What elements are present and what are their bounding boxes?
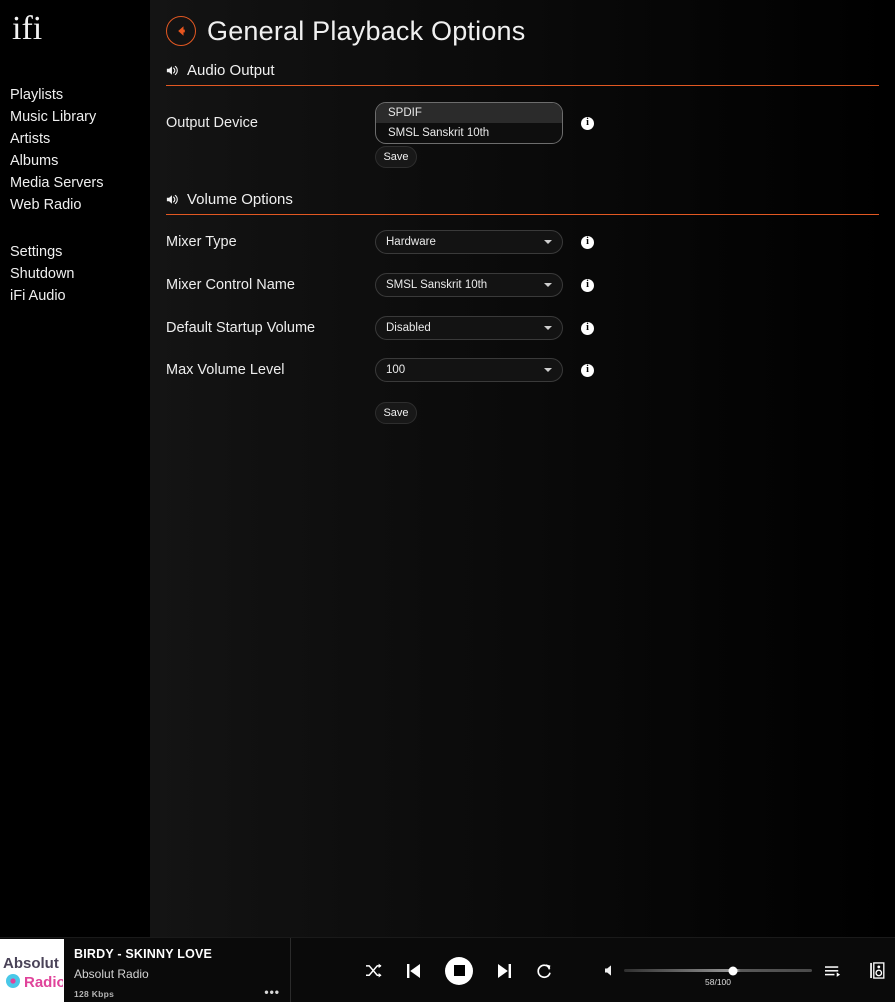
select-mixer-type[interactable]: Hardware [375,230,563,254]
save-button-audio-output[interactable]: Save [375,146,417,168]
sidebar-item-shutdown[interactable]: Shutdown [10,263,75,285]
select-mixer-control-name-value: SMSL Sanskrit 10th [386,279,488,291]
volume-icon [166,194,178,205]
next-button[interactable] [497,963,512,979]
chevron-down-icon [544,283,552,287]
repeat-icon [537,963,551,978]
chevron-down-icon [544,240,552,244]
track-station: Absolut Radio [74,966,149,981]
repeat-button[interactable] [536,963,552,979]
label-max-volume-level: Max Volume Level [166,362,285,378]
album-art[interactable]: Absolut Radio [0,938,64,1002]
output-device-control: SPDIF SMSL Sanskrit 10th [375,102,563,144]
output-device-icon [870,962,885,979]
volume-control: 58/100 [604,938,819,1002]
row-mixer-control-name: Mixer Control Name SMSL Sanskrit 10th i [166,273,594,297]
sidebar-item-settings[interactable]: Settings [10,241,75,263]
chevron-down-icon [544,368,552,372]
select-max-volume-level[interactable]: 100 [375,358,563,382]
now-playing-meta: BIRDY - SKINNY LOVE Absolut Radio 128 Kb… [74,939,290,1002]
info-icon-max-volume-level[interactable]: i [581,363,594,377]
sidebar-item-web-radio[interactable]: Web Radio [10,194,103,216]
volume-thumb[interactable] [728,966,738,975]
volume-icon [166,65,178,76]
player-right-icons [825,938,885,1002]
select-default-startup-volume[interactable]: Disabled [375,316,563,340]
app-window: ifi Playlists Music Library Artists Albu… [0,0,895,1002]
output-device-listbox[interactable]: SPDIF SMSL Sanskrit 10th [375,102,563,144]
speaker-icon[interactable] [604,964,616,977]
section-volume-options: Volume Options [166,191,879,215]
info-icon-output-device[interactable]: i [581,116,594,130]
main-content: General Playback Options Audio Output Ou… [150,0,895,937]
volume-track[interactable] [624,966,812,975]
previous-button[interactable] [406,963,421,979]
transport-controls [365,938,552,1002]
player-bar: Absolut Radio BIRDY - SKINNY LOVE Absolu… [0,937,895,1002]
output-device-option-spdif[interactable]: SPDIF [376,103,562,123]
track-title: BIRDY - SKINNY LOVE [74,946,213,961]
select-max-volume-level-value: 100 [386,364,406,376]
sidebar-item-media-servers[interactable]: Media Servers [10,172,103,194]
label-default-startup-volume: Default Startup Volume [166,320,316,336]
track-bitrate: 128 Kbps [74,988,115,999]
mixer-control-name-control: SMSL Sanskrit 10th [375,273,563,297]
label-mixer-control-name: Mixer Control Name [166,277,295,293]
info-icon-default-startup-volume[interactable]: i [581,321,594,335]
shuffle-icon [366,963,382,978]
row-max-volume-level: Max Volume Level 100 i [166,358,594,382]
save-button-volume-options[interactable]: Save [375,402,417,424]
stop-button[interactable] [445,956,473,985]
row-volume-options-save: Save [166,402,417,424]
back-button[interactable] [166,16,196,46]
label-output-device: Output Device [166,115,258,131]
label-mixer-type: Mixer Type [166,234,237,250]
section-header-volume-options: Volume Options [166,191,879,215]
row-mixer-type: Mixer Type Hardware i [166,230,594,254]
select-mixer-type-value: Hardware [386,236,436,248]
now-playing: Absolut Radio BIRDY - SKINNY LOVE Absolu… [0,938,291,1002]
section-audio-output: Audio Output [166,62,879,86]
sidebar-nav-secondary: Settings Shutdown iFi Audio [10,241,75,307]
info-icon-mixer-type[interactable]: i [581,235,594,249]
output-device-button[interactable] [869,962,885,979]
absolut-radio-logo-icon: Absolut Radio [3,955,63,991]
more-options-button[interactable]: ••• [264,986,280,998]
row-output-device: Output Device SPDIF SMSL Sanskrit 10th i [166,102,594,144]
default-startup-volume-control: Disabled [375,316,563,340]
sidebar-nav-primary: Playlists Music Library Artists Albums M… [10,84,103,216]
max-volume-level-control: 100 [375,358,563,382]
stop-icon [453,965,465,976]
select-default-startup-volume-value: Disabled [386,322,431,334]
row-audio-output-save: Save [166,146,417,168]
section-title-volume-options: Volume Options [187,191,293,208]
sidebar-item-albums[interactable]: Albums [10,150,103,172]
svg-text:Radio: Radio [24,974,63,991]
ifi-logo: ifi [12,10,43,47]
section-header-audio-output: Audio Output [166,62,879,86]
arrow-left-icon [178,26,185,36]
svg-text:Absolut: Absolut [3,955,59,972]
info-icon-mixer-control-name[interactable]: i [581,278,594,292]
section-title-audio-output: Audio Output [187,62,275,79]
select-mixer-control-name[interactable]: SMSL Sanskrit 10th [375,273,563,297]
sidebar-item-ifi-audio[interactable]: iFi Audio [10,285,75,307]
volume-value-label: 58/100 [705,977,731,987]
output-device-option-smsl[interactable]: SMSL Sanskrit 10th [376,123,562,143]
volume-slider[interactable]: 58/100 [624,966,812,987]
sidebar-item-playlists[interactable]: Playlists [10,84,103,106]
shuffle-button[interactable] [365,963,382,978]
next-icon [498,963,511,978]
queue-icon [825,965,841,977]
sidebar-item-artists[interactable]: Artists [10,128,103,150]
sidebar: ifi Playlists Music Library Artists Albu… [0,0,150,937]
row-default-startup-volume: Default Startup Volume Disabled i [166,316,594,340]
sidebar-item-music-library[interactable]: Music Library [10,106,103,128]
chevron-down-icon [544,326,552,330]
page-title: General Playback Options [207,16,526,46]
mixer-type-control: Hardware [375,230,563,254]
queue-button[interactable] [825,964,842,978]
page-header: General Playback Options [166,16,525,46]
previous-icon [407,963,420,978]
